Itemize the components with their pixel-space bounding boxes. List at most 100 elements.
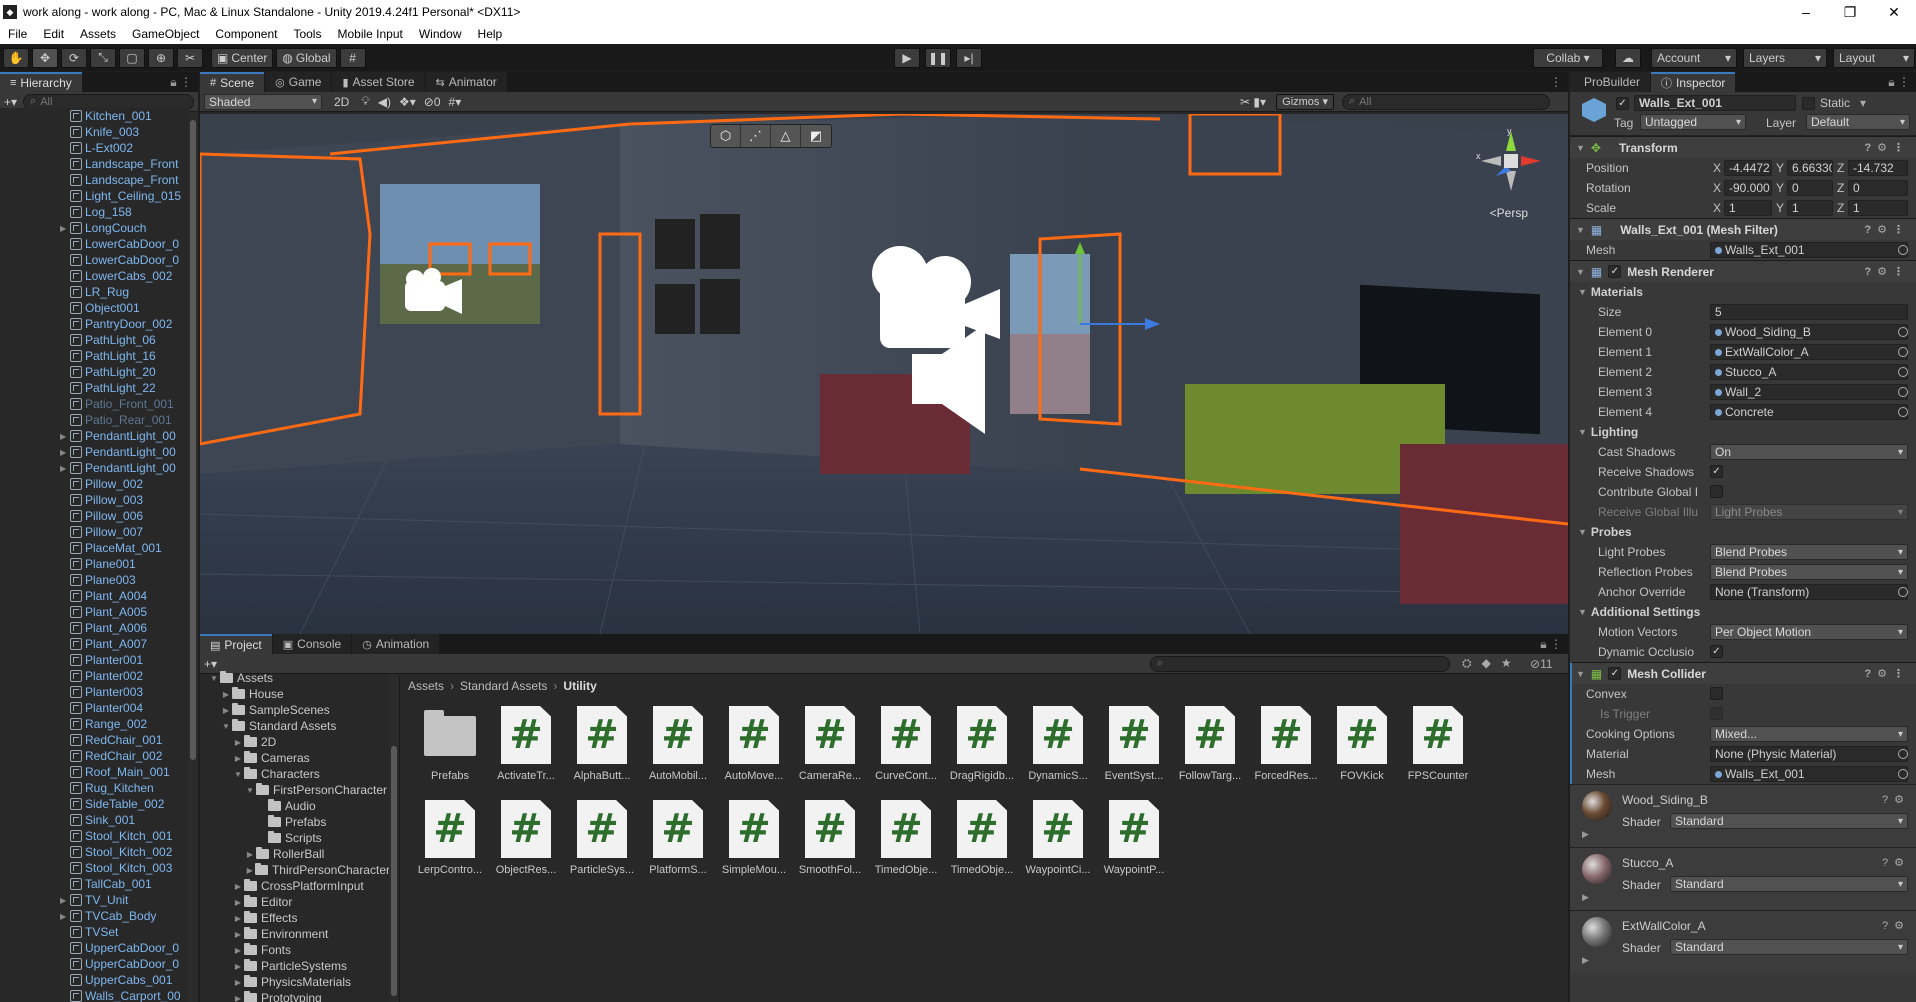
hierarchy-item[interactable]: ▶Stool_Kitch_003 (0, 860, 190, 876)
layout-dropdown[interactable]: Layout ▾ (1833, 47, 1915, 68)
shader-dropdown[interactable]: Standard (1670, 813, 1908, 829)
expand-arrow-icon[interactable]: ▶ (232, 738, 244, 747)
light-probes-dropdown[interactable]: Blend Probes (1710, 544, 1908, 560)
tab-hierarchy[interactable]: ≡ Hierarchy (0, 72, 82, 92)
expand-arrow-icon[interactable]: ▶ (232, 754, 244, 763)
hierarchy-item[interactable]: ▶LowerCabDoor_0 (0, 236, 190, 252)
asset-script[interactable]: # PlatformS... (640, 800, 716, 894)
hierarchy-item[interactable]: ▶Plant_A005 (0, 604, 190, 620)
scene-menu-icon[interactable]: ⋮ (1550, 75, 1562, 89)
object-picker-icon[interactable] (1898, 587, 1908, 597)
hierarchy-item[interactable]: ▶ PendantLight_00 (0, 460, 190, 476)
create-plus-icon[interactable]: +▾ (204, 657, 217, 671)
hierarchy-item[interactable]: ▶Plant_A007 (0, 636, 190, 652)
project-folder-item[interactable]: ▶ SampleScenes (200, 702, 390, 718)
scale-x-field[interactable]: 1 (1724, 200, 1772, 216)
expand-arrow-icon[interactable]: ▼ (208, 674, 220, 683)
tab-probuilder[interactable]: ProBuilder (1570, 72, 1651, 92)
shader-dropdown[interactable]: Standard (1670, 939, 1908, 955)
object-picker-icon[interactable] (1898, 327, 1908, 337)
material-element-field[interactable]: Wood_Siding_B (1710, 324, 1908, 340)
breadcrumb-item[interactable]: Assets (408, 679, 444, 693)
asset-script[interactable]: # FPSCounter (1400, 706, 1476, 800)
pivot-center-button[interactable]: ▣ Center (211, 47, 274, 68)
asset-script[interactable]: # ParticleSys... (564, 800, 640, 894)
rect-tool-icon[interactable]: ▢ (119, 47, 145, 68)
tab-asset-store[interactable]: ▮ Asset Store (332, 72, 425, 92)
project-folder-item[interactable]: ▼ Assets (200, 670, 390, 686)
asset-script[interactable]: # TimedObje... (944, 800, 1020, 894)
hierarchy-item[interactable]: ▶Patio_Rear_001 (0, 412, 190, 428)
project-folder-item[interactable]: ▼ Standard Assets (200, 718, 390, 734)
expand-arrow-icon[interactable]: ▶ (60, 224, 70, 233)
asset-script[interactable]: # WaypointCi... (1020, 800, 1096, 894)
component-menu-icons[interactable]: ?⚙⋮ (1864, 265, 1910, 278)
hierarchy-item[interactable]: ▶Planter004 (0, 700, 190, 716)
hierarchy-item[interactable]: ▶Knife_003 (0, 124, 190, 140)
cooking-options-dropdown[interactable]: Mixed... (1710, 726, 1908, 742)
lighting-icon[interactable]: 💡︎ (361, 94, 369, 109)
hierarchy-item[interactable]: ▶Object001 (0, 300, 190, 316)
hierarchy-item[interactable]: ▶PantryDoor_002 (0, 316, 190, 332)
hierarchy-item[interactable]: ▶Patio_Front_001 (0, 396, 190, 412)
project-folder-item[interactable]: ▶ CrossPlatformInput (200, 878, 390, 894)
hierarchy-item[interactable]: ▶LR_Rug (0, 284, 190, 300)
hierarchy-item[interactable]: ▶ PendantLight_00 (0, 444, 190, 460)
menu-item-window[interactable]: Window (411, 27, 470, 41)
breadcrumb-item[interactable]: Standard Assets (460, 679, 547, 693)
project-folder-item[interactable]: ▶Scripts (200, 830, 390, 846)
transform-header[interactable]: ▼ ✥ Transform ?⚙⋮ (1570, 136, 1916, 158)
mode-2d-toggle[interactable]: 2D (334, 95, 349, 109)
position-x-field[interactable]: -4.4472 (1724, 160, 1772, 176)
audio-icon[interactable]: ◀︎) (378, 95, 391, 109)
inspector-menu-icon[interactable]: 🔒︎ ⋮ (1888, 75, 1910, 90)
tab-animator[interactable]: ⇆ Animator (425, 72, 507, 92)
account-dropdown[interactable]: Account ▾ (1651, 47, 1737, 68)
grid-icon[interactable]: #▾ (449, 95, 462, 109)
hierarchy-item[interactable]: ▶PathLight_22 (0, 380, 190, 396)
expand-arrow-icon[interactable]: ▶ (232, 882, 244, 891)
material-element-field[interactable]: Concrete (1710, 404, 1908, 420)
pivot-global-button[interactable]: ◍ Global (276, 47, 337, 68)
play-button[interactable]: ▶ (894, 47, 920, 68)
tab-console[interactable]: ▣ Console (272, 634, 352, 654)
mesh-collider-header[interactable]: ▼ ▦ ✓ Mesh Collider ?⚙⋮ (1570, 662, 1916, 684)
is-trigger-checkbox[interactable] (1710, 707, 1723, 720)
static-dropdown-icon[interactable]: ▾ (1860, 96, 1866, 110)
transform-tool-icon[interactable]: ⊕ (148, 47, 174, 68)
asset-script[interactable]: # ObjectRes... (488, 800, 564, 894)
asset-folder[interactable]: Prefabs (412, 706, 488, 800)
shading-mode-dropdown[interactable]: Shaded (204, 93, 322, 110)
expand-arrow-icon[interactable]: ▶ (220, 706, 232, 715)
asset-script[interactable]: # EventSyst... (1096, 706, 1172, 800)
expand-arrow-icon[interactable]: ▶ (232, 978, 244, 987)
hierarchy-item[interactable]: ▶TVSet (0, 924, 190, 940)
component-menu-icons[interactable]: ?⚙ (1882, 856, 1910, 869)
object-picker-icon[interactable] (1898, 367, 1908, 377)
component-menu-icons[interactable]: ?⚙⋮ (1864, 141, 1910, 154)
component-menu-icons[interactable]: ?⚙ (1882, 793, 1910, 806)
collider-material-field[interactable]: None (Physic Material) (1710, 746, 1908, 762)
hierarchy-item[interactable]: ▶Plane003 (0, 572, 190, 588)
object-name-field[interactable]: Walls_Ext_001 (1634, 95, 1796, 111)
hierarchy-item[interactable]: ▶SideTable_002 (0, 796, 190, 812)
effects-icon[interactable]: ❖▾ (399, 95, 416, 109)
close-icon[interactable]: ✕ (1872, 0, 1916, 24)
tag-dropdown[interactable]: Untagged (1640, 114, 1746, 130)
object-picker-icon[interactable] (1898, 769, 1908, 779)
expand-arrow-icon[interactable]: ▶ (232, 930, 244, 939)
foldout-icon[interactable]: ▶ (1582, 892, 1589, 903)
menu-item-assets[interactable]: Assets (72, 27, 124, 41)
expand-arrow-icon[interactable]: ▶ (232, 994, 244, 1002)
active-checkbox[interactable]: ✓ (1616, 97, 1629, 110)
component-menu-icons[interactable]: ?⚙⋮ (1864, 667, 1910, 680)
hierarchy-item[interactable]: ▶Pillow_003 (0, 492, 190, 508)
hierarchy-item[interactable]: ▶Rug_Kitchen (0, 780, 190, 796)
hierarchy-item[interactable]: ▶ LongCouch (0, 220, 190, 236)
tab-game[interactable]: ◎ Game (265, 72, 332, 92)
dynamic-occlusion-checkbox[interactable]: ✓ (1710, 645, 1723, 658)
expand-arrow-icon[interactable]: ▶ (232, 914, 244, 923)
hierarchy-item[interactable]: ▶PathLight_16 (0, 348, 190, 364)
position-z-field[interactable]: -14.732 (1848, 160, 1908, 176)
project-folder-item[interactable]: ▶ Effects (200, 910, 390, 926)
